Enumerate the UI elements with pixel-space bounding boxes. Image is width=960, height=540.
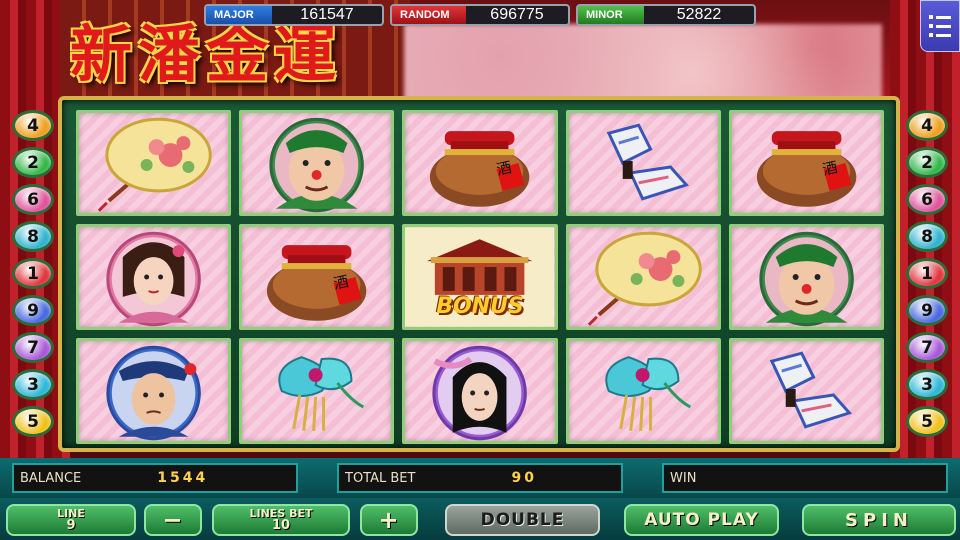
line-marker-right-7: 7 <box>906 332 948 363</box>
line-marker-left-1: 1 <box>12 258 54 289</box>
embroidered-shoes-icon <box>769 351 852 429</box>
line-marker-left-8: 8 <box>12 221 54 252</box>
line-marker-right-6: 6 <box>906 184 948 215</box>
total-bet-label: TOTAL BET <box>345 470 416 486</box>
wine-jar-icon <box>267 245 367 321</box>
lady-portrait-icon <box>106 231 201 327</box>
reel-cell-scholar-portrait <box>402 338 558 444</box>
peony-fan-icon <box>587 231 702 326</box>
bonus-label: BONUS <box>436 294 524 319</box>
control-bar: LINE 9 − LINES BET 10 + DOUBLE AUTO PLAY… <box>0 498 960 540</box>
reel-grid: 酒 酒 酒 BONUS <box>76 110 884 444</box>
line-markers-right: 4 2 6 8 1 9 7 3 5 <box>906 110 950 437</box>
balance-value: 1544 <box>157 470 209 486</box>
plus-button[interactable]: + <box>360 504 418 536</box>
reel-cell-embroidered-shoes <box>565 110 721 216</box>
jackpot-random: RANDOM 696775 <box>390 4 570 26</box>
wine-jar-icon <box>756 131 857 207</box>
peony-fan-icon <box>97 117 212 212</box>
line-marker-right-8: 8 <box>906 221 948 252</box>
reel-cell-wine-jar: 酒 <box>402 110 558 216</box>
line-marker-left-5: 5 <box>12 406 54 437</box>
reel-cell-lady-portrait <box>76 224 232 330</box>
total-bet-box: TOTAL BET 90 <box>337 463 623 493</box>
jade-hairpin-icon <box>278 356 365 431</box>
line-marker-right-2: 2 <box>906 147 948 178</box>
total-bet-value: 90 <box>511 470 537 486</box>
line-marker-left-3: 3 <box>12 369 54 400</box>
reel-cell-fat-man-portrait <box>239 110 395 216</box>
line-marker-left-9: 9 <box>12 295 54 326</box>
wine-jar-icon <box>430 131 530 207</box>
spin-button[interactable]: SPIN <box>802 504 956 536</box>
win-box: WIN <box>662 463 948 493</box>
jackpot-random-label: RANDOM <box>392 6 466 24</box>
reel-cell-peony-fan <box>76 110 232 216</box>
jackpot-bar: MAJOR 161547 RANDOM 696775 MINOR 52822 <box>204 4 756 26</box>
jade-hairpin-icon <box>604 356 691 431</box>
line-marker-right-3: 3 <box>906 369 948 400</box>
line-marker-left-7: 7 <box>12 332 54 363</box>
reel-frame: 酒 酒 酒 BONUS <box>58 96 900 452</box>
reel-cell-jade-hairpin <box>565 338 721 444</box>
line-marker-right-9: 9 <box>906 295 948 326</box>
line-value: 9 <box>66 518 76 533</box>
scholar-portrait-icon <box>432 345 528 441</box>
reel-cell-jade-hairpin <box>239 338 395 444</box>
jackpot-major: MAJOR 161547 <box>204 4 384 26</box>
jackpot-random-value: 696775 <box>490 6 544 23</box>
blurred-banner <box>404 24 882 106</box>
jackpot-minor-value: 52822 <box>676 6 722 23</box>
line-marker-right-1: 1 <box>906 258 948 289</box>
line-marker-right-5: 5 <box>906 406 948 437</box>
reel-cell-bonus-house: BONUS <box>402 224 558 330</box>
plus-icon: + <box>378 506 400 534</box>
line-marker-left-2: 2 <box>12 147 54 178</box>
reel-cell-wine-jar: 酒 <box>728 110 884 216</box>
jackpot-major-value: 161547 <box>300 6 354 23</box>
line-marker-left-6: 6 <box>12 184 54 215</box>
line-marker-right-4: 4 <box>906 110 948 141</box>
reel-cell-fat-man-portrait <box>728 224 884 330</box>
auto-play-button[interactable]: AUTO PLAY <box>624 504 779 536</box>
lines-bet-value: 10 <box>271 518 291 533</box>
menu-list-icon[interactable] <box>920 0 960 52</box>
balance-label: BALANCE <box>20 470 82 486</box>
reel-cell-young-man-portrait <box>76 338 232 444</box>
reel-cell-embroidered-shoes <box>728 338 884 444</box>
jackpot-minor: MINOR 52822 <box>576 4 756 26</box>
line-marker-left-4: 4 <box>12 110 54 141</box>
reel-cell-wine-jar: 酒 <box>239 224 395 330</box>
minus-button[interactable]: − <box>144 504 202 536</box>
reel-cell-peony-fan <box>565 224 721 330</box>
fat-man-portrait-icon <box>269 117 365 213</box>
balance-box: BALANCE 1544 <box>12 463 298 493</box>
line-button[interactable]: LINE 9 <box>6 504 136 536</box>
fat-man-portrait-icon <box>759 231 854 327</box>
double-button[interactable]: DOUBLE <box>445 504 600 536</box>
young-man-portrait-icon <box>106 345 201 441</box>
info-bar: BALANCE 1544 TOTAL BET 90 WIN <box>0 458 960 498</box>
embroidered-shoes-icon <box>606 123 689 201</box>
jackpot-minor-label: MINOR <box>578 6 644 24</box>
minus-icon: − <box>162 506 184 534</box>
lines-bet-button[interactable]: LINES BET 10 <box>212 504 350 536</box>
win-label: WIN <box>670 470 697 486</box>
line-markers-left: 4 2 6 8 1 9 7 3 5 <box>12 110 56 437</box>
jackpot-major-label: MAJOR <box>206 6 272 24</box>
